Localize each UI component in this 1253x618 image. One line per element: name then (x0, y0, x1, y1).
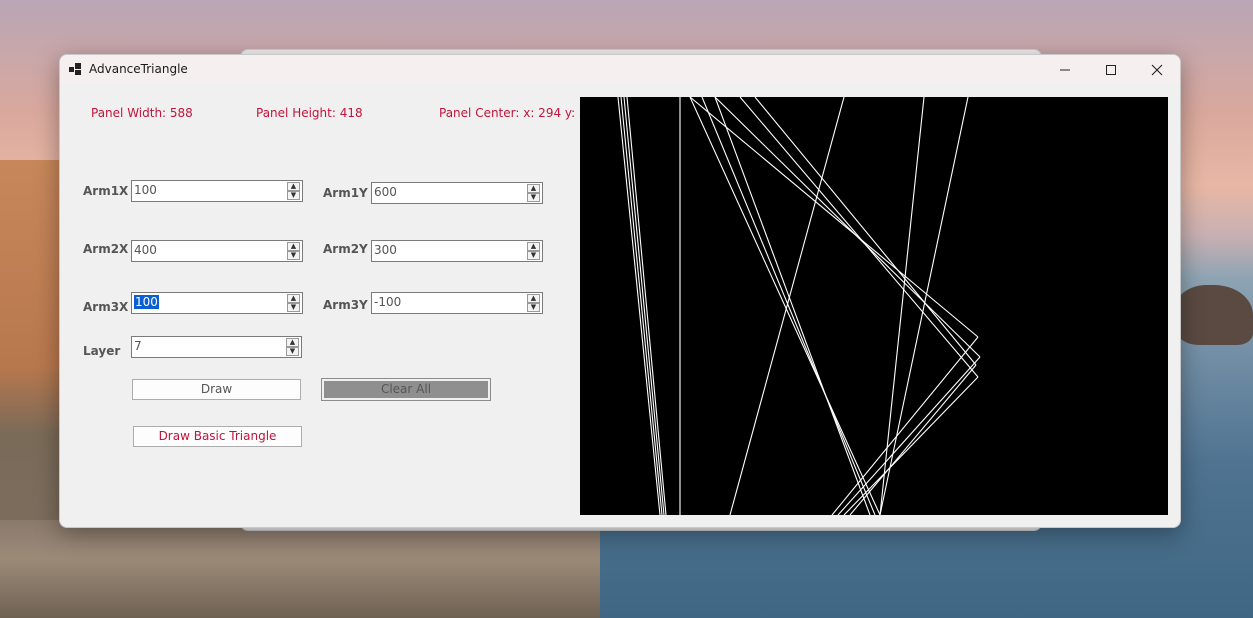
wallpaper-rocks (0, 520, 600, 618)
arm3x-up-button[interactable]: ▲ (287, 294, 300, 303)
arm2y-label: Arm2Y (323, 242, 368, 256)
layer-value: 7 (134, 339, 142, 353)
layer-up-button[interactable]: ▲ (286, 338, 299, 347)
drawn-line (626, 96, 667, 516)
drawn-line (843, 376, 979, 516)
arm1x-label: Arm1X (83, 184, 129, 198)
arm2x-up-button[interactable]: ▲ (287, 242, 300, 251)
drawn-line (879, 96, 969, 516)
layer-input[interactable]: 7 ▲ ▼ (131, 336, 302, 358)
arm3y-label: Arm3Y (323, 298, 368, 312)
wallpaper-rock (1175, 285, 1253, 345)
arm1y-value: 600 (374, 185, 397, 199)
drawn-line (754, 96, 977, 366)
arm2y-input[interactable]: 300 ▲ ▼ (371, 240, 543, 262)
arm3y-value: -100 (374, 295, 402, 309)
arm1x-value: 100 (134, 183, 157, 197)
app-window: AdvanceTriangle Panel Width: 588 Panel H… (59, 54, 1181, 528)
canvas-drawing (617, 96, 981, 516)
close-button[interactable] (1134, 55, 1180, 84)
arm3x-label: Arm3X (83, 300, 129, 314)
arm1y-up-button[interactable]: ▲ (527, 184, 540, 193)
drawn-line (849, 364, 977, 516)
panel-width-label: Panel Width: 588 (91, 106, 193, 120)
drawn-line (689, 96, 881, 516)
arm2x-down-button[interactable]: ▼ (287, 251, 300, 260)
drawing-canvas[interactable] (580, 96, 1168, 516)
arm1y-label: Arm1Y (323, 186, 368, 200)
drawn-line (617, 96, 661, 516)
maximize-button[interactable] (1088, 55, 1134, 84)
window-title: AdvanceTriangle (89, 62, 188, 76)
panel-height-label: Panel Height: 418 (256, 106, 363, 120)
arm3x-input[interactable]: 100 ▲ ▼ (131, 292, 303, 314)
close-icon (1151, 64, 1163, 75)
draw-basic-triangle-button[interactable]: Draw Basic Triangle (133, 426, 302, 447)
arm1y-down-button[interactable]: ▼ (527, 193, 540, 202)
arm1x-input[interactable]: 100 ▲ ▼ (131, 180, 303, 202)
arm1x-up-button[interactable]: ▲ (287, 182, 300, 191)
arm2y-value: 300 (374, 243, 397, 257)
minimize-button[interactable] (1042, 55, 1088, 84)
arm1x-down-button[interactable]: ▼ (287, 191, 300, 200)
layer-label: Layer (83, 344, 121, 358)
arm2y-down-button[interactable]: ▼ (527, 251, 540, 260)
drawn-line (714, 96, 871, 516)
drawn-line (739, 96, 979, 378)
arm3x-down-button[interactable]: ▼ (287, 303, 300, 312)
minimize-icon (1060, 69, 1070, 70)
arm3x-value: 100 (134, 295, 159, 309)
arm2x-value: 400 (134, 243, 157, 257)
layer-down-button[interactable]: ▼ (286, 347, 299, 356)
arm3y-up-button[interactable]: ▲ (527, 294, 540, 303)
arm2y-up-button[interactable]: ▲ (527, 242, 540, 251)
clear-all-button[interactable]: Clear All (321, 378, 491, 401)
drawn-line (620, 96, 663, 516)
title-bar[interactable]: AdvanceTriangle (60, 55, 1180, 84)
drawn-line (831, 336, 979, 516)
arm1y-input[interactable]: 600 ▲ ▼ (371, 182, 543, 204)
draw-button[interactable]: Draw (132, 379, 301, 400)
drawn-line (623, 96, 665, 516)
arm3y-input[interactable]: -100 ▲ ▼ (371, 292, 543, 314)
arm3y-down-button[interactable]: ▼ (527, 303, 540, 312)
panel-center-label: Panel Center: x: 294 y: 209 (439, 106, 602, 120)
arm2x-label: Arm2X (83, 242, 129, 256)
maximize-icon (1106, 64, 1116, 75)
arm2x-input[interactable]: 400 ▲ ▼ (131, 240, 303, 262)
drawn-line (837, 356, 981, 516)
drawn-line (701, 96, 876, 516)
drawn-line (729, 96, 845, 516)
app-icon (69, 63, 81, 75)
